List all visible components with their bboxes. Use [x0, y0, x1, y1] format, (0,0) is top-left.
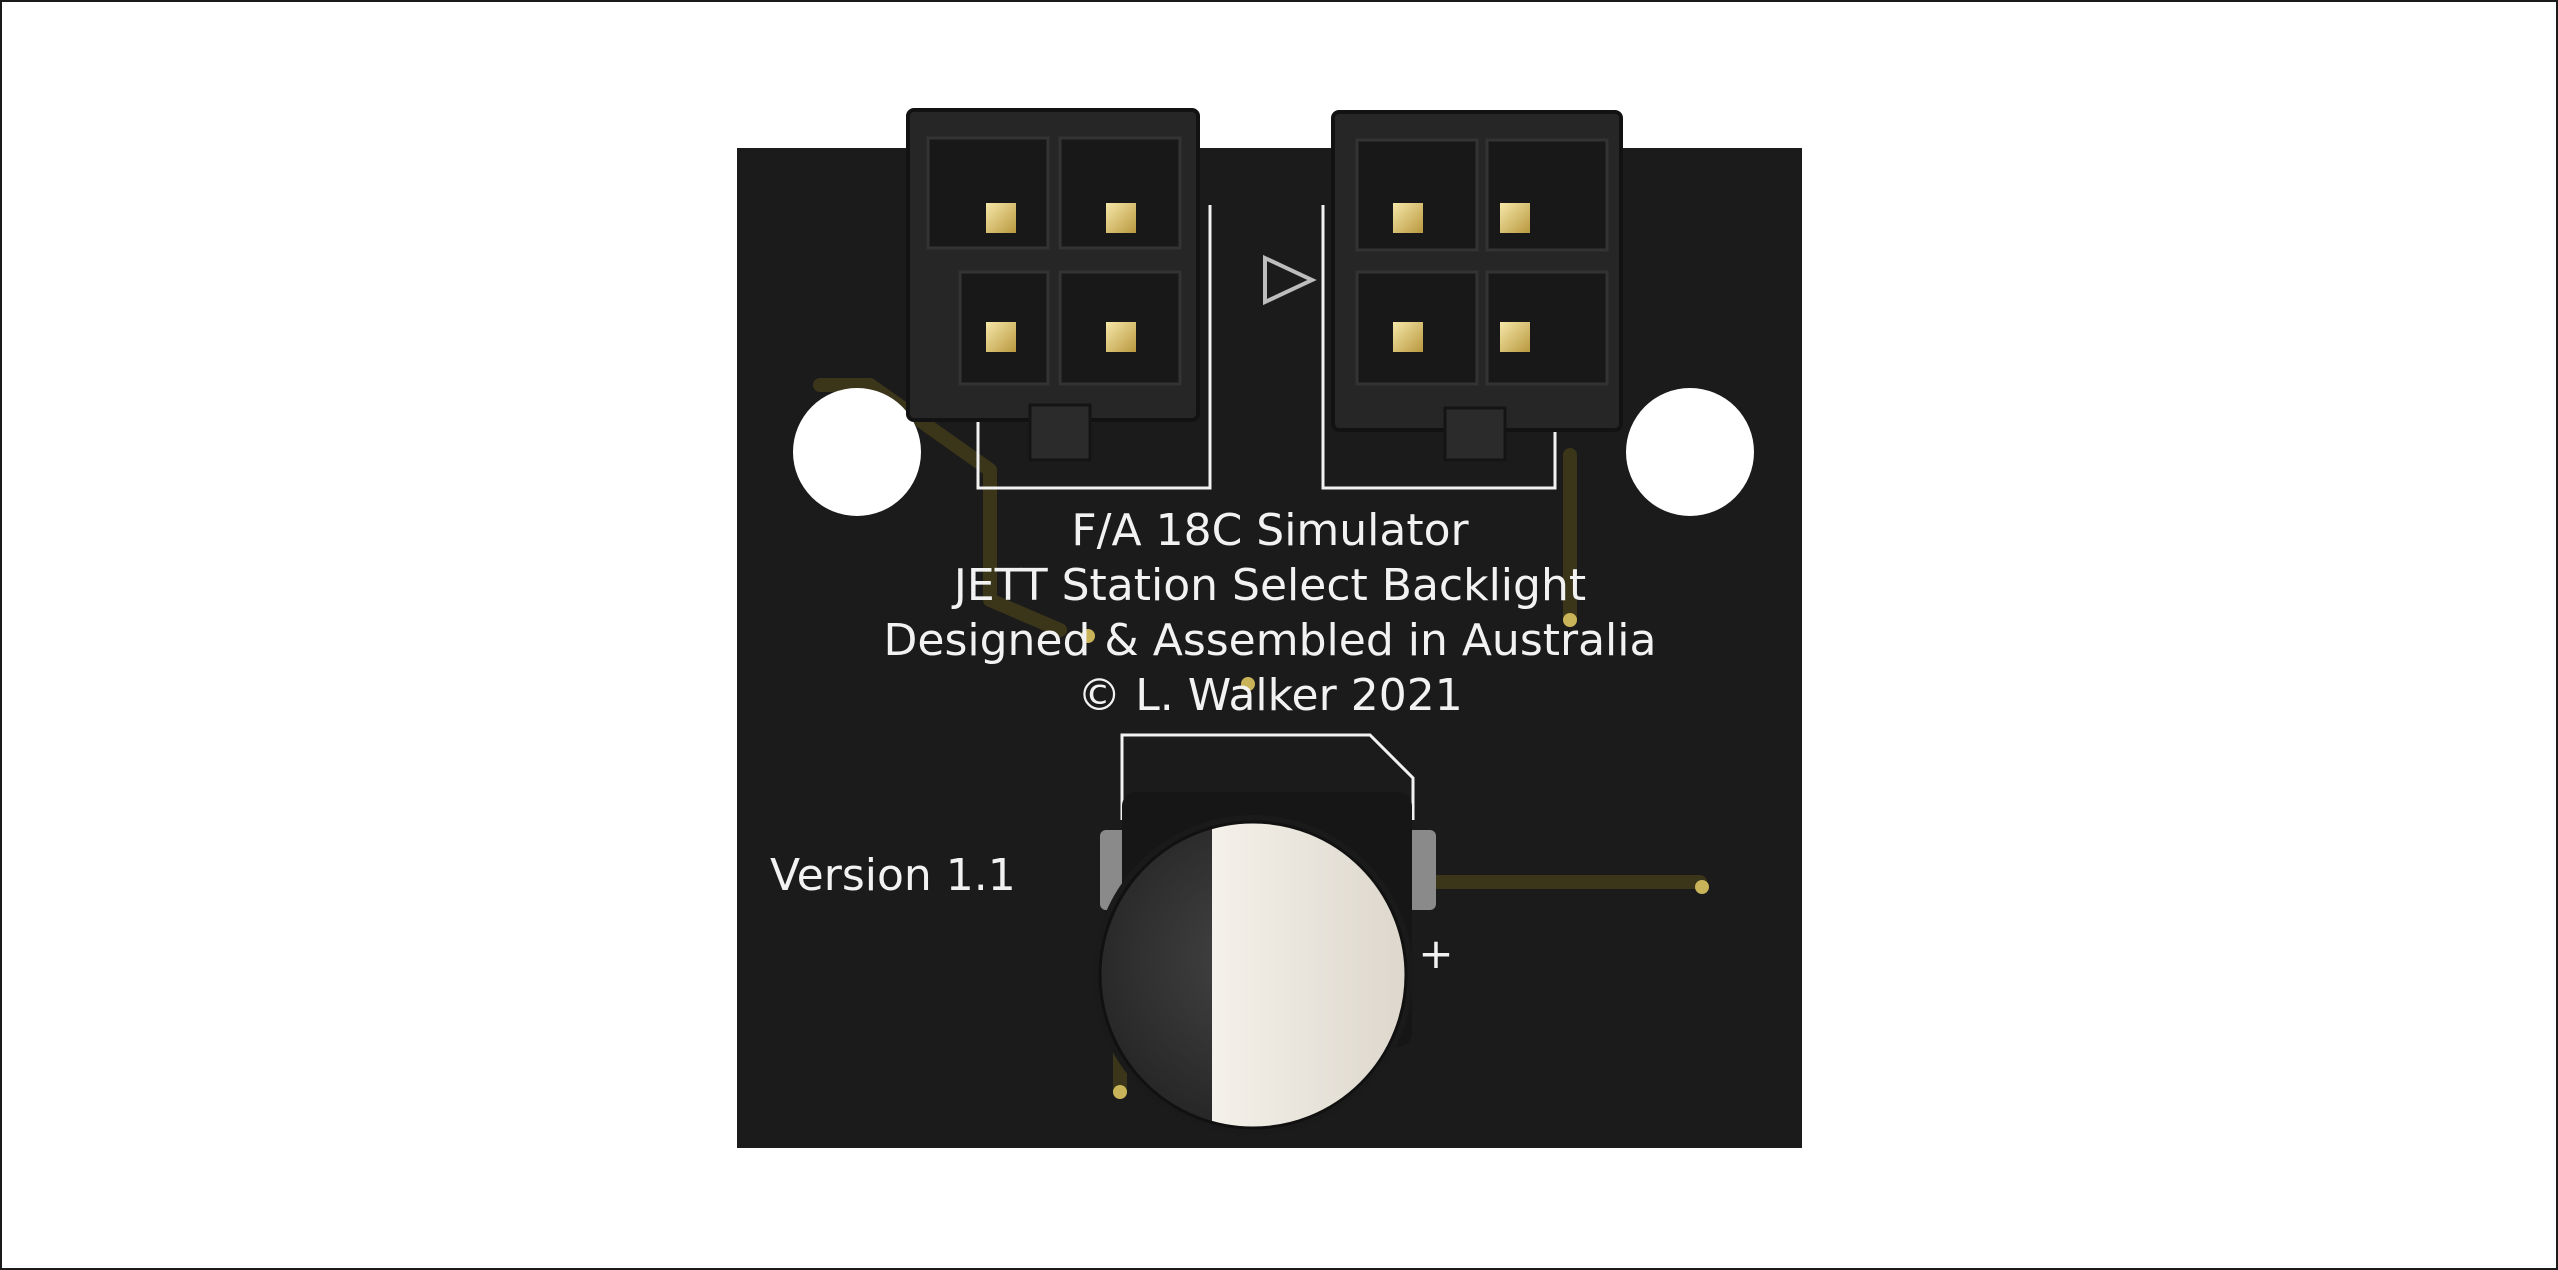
via — [1113, 1085, 1127, 1099]
pin — [986, 203, 1016, 233]
silk-line-4: © L. Walker 2021 — [1077, 670, 1462, 721]
polarity-plus-icon: + — [1418, 929, 1453, 978]
mounting-hole-left — [793, 388, 921, 516]
connector-left — [906, 108, 1200, 462]
silk-line-3: Designed & Assembled in Australia — [884, 615, 1657, 666]
mounting-hole-right — [1626, 388, 1754, 516]
pin — [986, 322, 1016, 352]
pcb-render: F/A 18C Simulator JETT Station Select Ba… — [737, 108, 1802, 1148]
via — [1695, 880, 1709, 894]
connector-right — [1331, 110, 1623, 462]
pin — [1500, 203, 1530, 233]
pin — [1106, 203, 1136, 233]
pin — [1393, 322, 1423, 352]
silk-line-1: F/A 18C Simulator — [1071, 505, 1469, 556]
pin — [1500, 322, 1530, 352]
silk-line-2: JETT Station Select Backlight — [951, 560, 1586, 611]
pin — [1106, 322, 1136, 352]
pin — [1393, 203, 1423, 233]
version-label: Version 1.1 — [770, 850, 1016, 901]
